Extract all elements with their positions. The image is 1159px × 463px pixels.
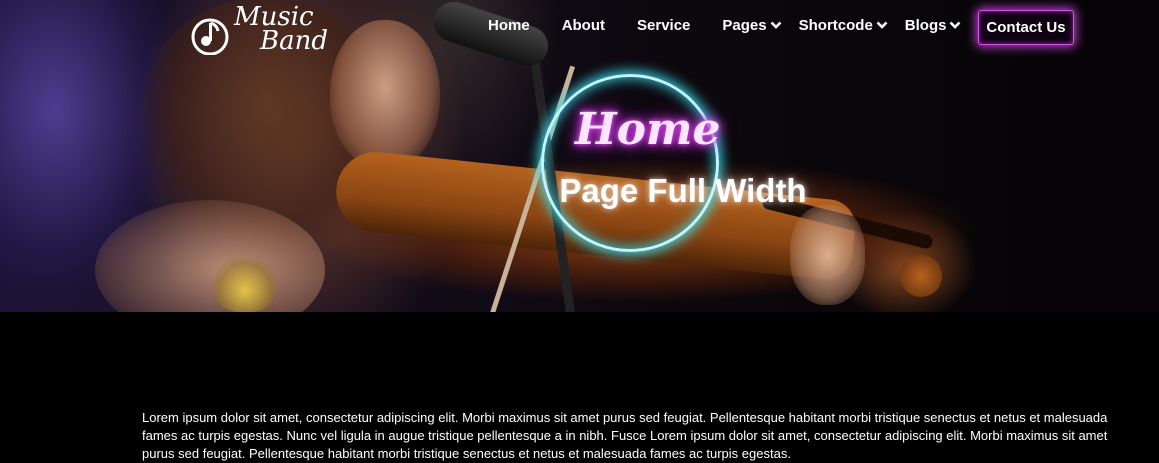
site-logo[interactable]: Music Band <box>190 3 328 56</box>
page-title: Page Full Width <box>559 172 807 209</box>
hero-photo-sequin-top <box>215 258 275 312</box>
main-navigation: Home About Service Pages Shortcode Blogs <box>488 14 978 36</box>
chevron-down-icon <box>950 21 961 29</box>
music-note-icon <box>190 3 230 56</box>
hero-photo-face <box>330 20 440 170</box>
logo-wordmark: Music Band <box>234 4 328 56</box>
body-paragraph: Lorem ipsum dolor sit amet, consectetur … <box>142 410 1108 461</box>
contact-us-button[interactable]: Contact Us <box>978 10 1074 45</box>
hero-photo-violin-scroll <box>900 255 942 297</box>
chevron-down-icon <box>770 21 782 29</box>
nav-about-label: About <box>561 16 606 34</box>
nav-blogs[interactable]: Blogs <box>905 17 962 34</box>
nav-service-label: Service <box>637 16 691 34</box>
nav-pages-label: Pages <box>722 16 767 34</box>
neon-ring <box>541 74 719 252</box>
hero-photo-hand <box>790 205 865 305</box>
nav-service[interactable]: Service <box>637 17 690 34</box>
chevron-down-icon <box>876 21 888 29</box>
nav-blogs-label: Blogs <box>904 16 947 34</box>
hero-script-text: Home <box>575 104 721 155</box>
nav-pages[interactable]: Pages <box>722 16 782 34</box>
nav-home[interactable]: Home <box>488 17 530 34</box>
nav-home-label: Home <box>488 16 530 34</box>
nav-shortcode[interactable]: Shortcode <box>799 17 888 34</box>
logo-line-2: Band <box>260 26 328 56</box>
nav-about[interactable]: About <box>562 17 605 34</box>
nav-shortcode-label: Shortcode <box>798 16 873 34</box>
